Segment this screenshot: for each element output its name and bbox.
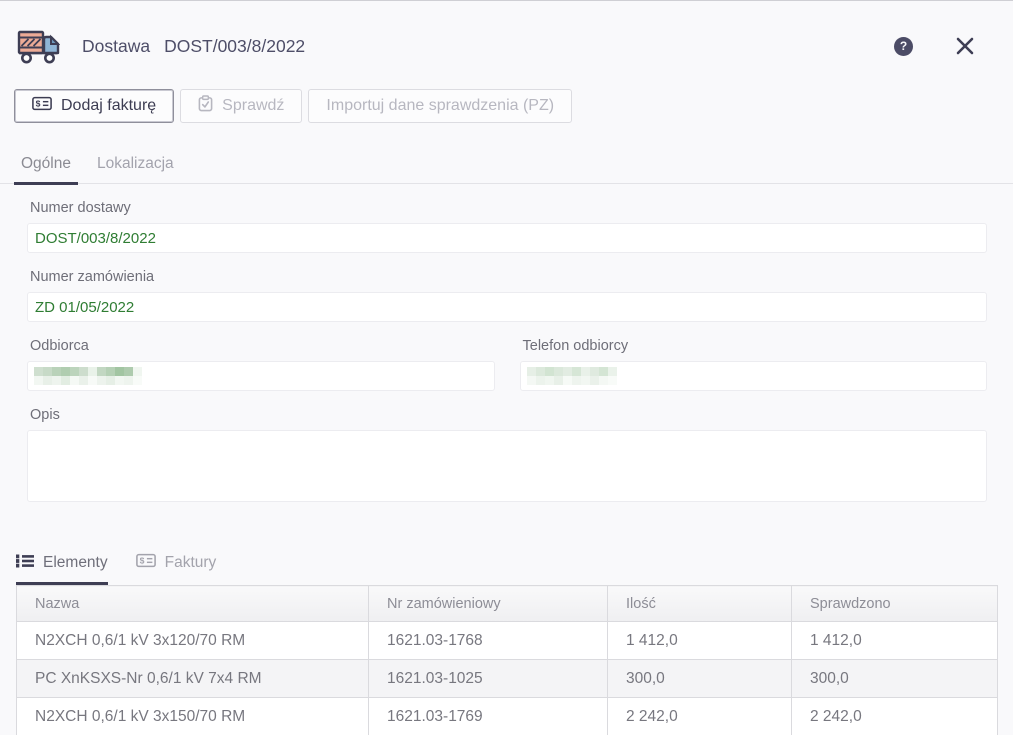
- tab-elements[interactable]: Elementy: [16, 553, 108, 585]
- tab-general[interactable]: Ogólne: [16, 149, 76, 183]
- import-label: Importuj dane sprawdzenia (PZ): [326, 97, 554, 115]
- recipient-phone-label: Telefon odbiorcy: [520, 338, 988, 354]
- close-icon[interactable]: [955, 36, 975, 56]
- description-field: Opis: [27, 407, 987, 507]
- recipient-phone-field: Telefon odbiorcy: [520, 338, 988, 391]
- delivery-truck-icon: [16, 26, 60, 66]
- table-cell: 300,0: [792, 660, 998, 698]
- table-cell: 1 412,0: [608, 622, 792, 660]
- table-cell: 1621.03-1025: [369, 660, 608, 698]
- table-cell: N2XCH 0,6/1 kV 3x120/70 RM: [17, 622, 369, 660]
- tab-elements-label: Elementy: [43, 554, 108, 572]
- clipboard-check-icon: [198, 95, 213, 117]
- table-cell: 300,0: [608, 660, 792, 698]
- recipient-label: Odbiorca: [27, 338, 495, 354]
- table-cell: N2XCH 0,6/1 kV 3x150/70 RM: [17, 698, 369, 735]
- table-cell: 1621.03-1768: [369, 622, 608, 660]
- table-cell: 2 242,0: [792, 698, 998, 735]
- dialog-header: Dostawa DOST/003/8/2022 ?: [0, 1, 1013, 63]
- table-cell: 1621.03-1769: [369, 698, 608, 735]
- order-number-label: Numer zamówienia: [27, 269, 987, 285]
- recipient-phone-input[interactable]: [520, 361, 988, 391]
- column-header-0[interactable]: Nazwa: [17, 586, 369, 622]
- invoice-icon: $: [136, 553, 156, 573]
- form-tabs: Ogólne Lokalizacja: [0, 123, 1013, 184]
- description-label: Opis: [27, 407, 987, 423]
- delivery-number-label: Numer dostawy: [27, 200, 987, 216]
- import-check-data-button[interactable]: Importuj dane sprawdzenia (PZ): [308, 89, 572, 123]
- column-header-2[interactable]: Ilość: [608, 586, 792, 622]
- page-title: Dostawa DOST/003/8/2022: [82, 36, 305, 57]
- table-cell: 2 242,0: [608, 698, 792, 735]
- svg-text:$: $: [36, 99, 41, 109]
- column-header-1[interactable]: Nr zamówieniowy: [369, 586, 608, 622]
- add-invoice-button[interactable]: $ Dodaj fakturę: [14, 89, 174, 123]
- tab-invoices[interactable]: $ Faktury: [136, 553, 217, 585]
- list-icon: [16, 554, 34, 573]
- table-cell: 1 412,0: [792, 622, 998, 660]
- table-cell: PC XnKSXS-Nr 0,6/1 kV 7x4 RM: [17, 660, 369, 698]
- help-icon[interactable]: ?: [894, 37, 913, 56]
- invoice-icon: $: [32, 96, 52, 116]
- toolbar: $ Dodaj fakturę Sprawdź Importuj dane sp…: [0, 63, 1013, 123]
- elements-table-header-row: NazwaNr zamówieniowyIlośćSprawdzono: [17, 586, 998, 622]
- recipient-input[interactable]: [27, 361, 495, 391]
- order-number-field: Numer zamówienia: [27, 269, 987, 322]
- description-textarea[interactable]: [27, 430, 987, 502]
- tab-location[interactable]: Lokalizacja: [92, 149, 179, 183]
- delivery-number-input[interactable]: [27, 223, 987, 253]
- table-row[interactable]: PC XnKSXS-Nr 0,6/1 kV 7x4 RM1621.03-1025…: [17, 660, 998, 698]
- order-number-input[interactable]: [27, 292, 987, 322]
- check-button[interactable]: Sprawdź: [180, 89, 302, 123]
- table-row[interactable]: N2XCH 0,6/1 kV 3x150/70 RM1621.03-17692 …: [17, 698, 998, 735]
- page-title-prefix: Dostawa: [82, 36, 150, 57]
- add-invoice-label: Dodaj fakturę: [61, 97, 156, 115]
- check-label: Sprawdź: [222, 97, 284, 115]
- tab-invoices-label: Faktury: [165, 554, 217, 572]
- detail-section-tabs: Elementy $ Faktury: [0, 523, 1013, 585]
- recipient-field: Odbiorca: [27, 338, 495, 391]
- page-title-number: DOST/003/8/2022: [164, 36, 305, 57]
- svg-text:$: $: [139, 556, 144, 566]
- delivery-number-field: Numer dostawy: [27, 200, 987, 253]
- column-header-3[interactable]: Sprawdzono: [792, 586, 998, 622]
- table-row[interactable]: N2XCH 0,6/1 kV 3x120/70 RM1621.03-17681 …: [17, 622, 998, 660]
- general-form: Numer dostawy Numer zamówienia Odbiorca: [0, 184, 1013, 507]
- elements-table-body: N2XCH 0,6/1 kV 3x120/70 RM1621.03-17681 …: [17, 622, 998, 735]
- elements-table: NazwaNr zamówieniowyIlośćSprawdzono N2XC…: [16, 585, 998, 735]
